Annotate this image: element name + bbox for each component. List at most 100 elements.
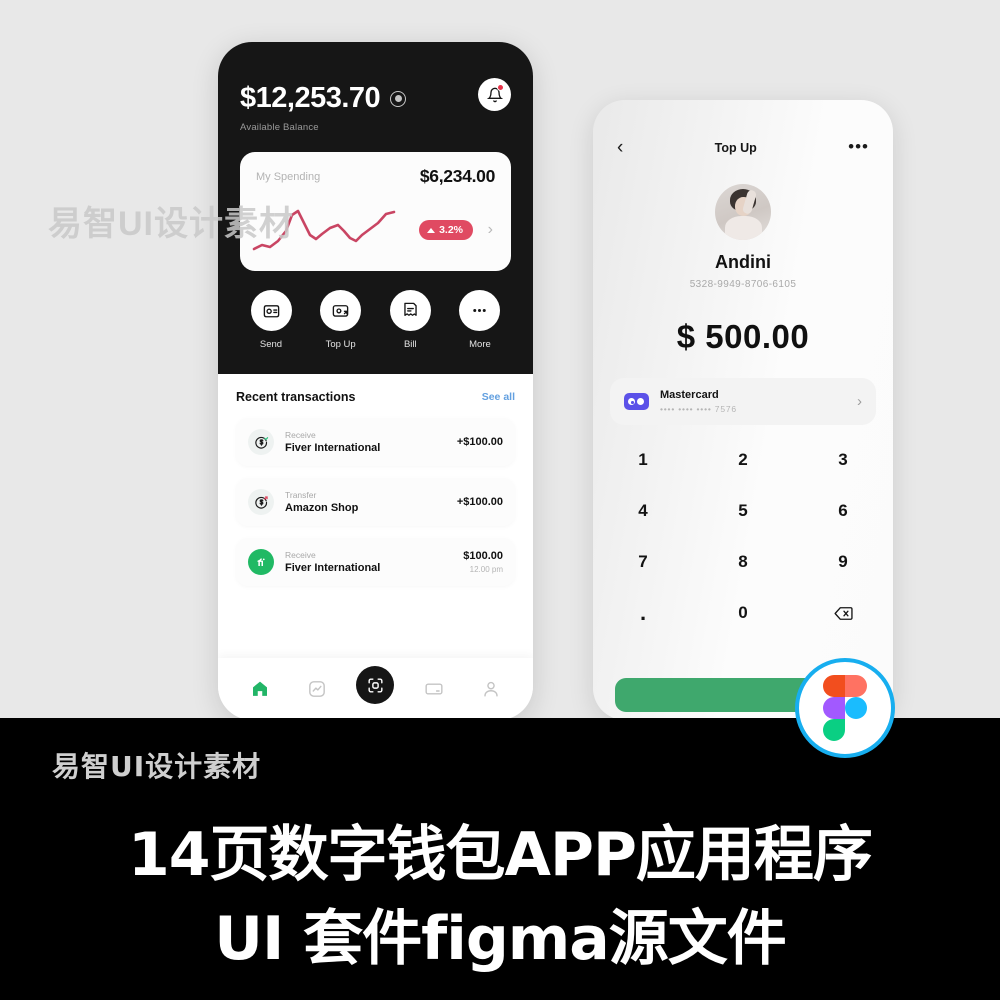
key-9[interactable]: 9 xyxy=(793,549,893,575)
transfer-money-icon xyxy=(248,489,274,515)
receive-money-icon xyxy=(248,429,274,455)
promo-banner: 易智UI设计素材 14页数字钱包APP应用程序 UI 套件figma源文件 xyxy=(0,718,1000,1000)
home-icon xyxy=(253,681,268,696)
action-topup[interactable]: Top Up xyxy=(310,290,372,350)
transactions-title: Recent transactions xyxy=(236,390,356,404)
action-bill[interactable]: Bill xyxy=(379,290,441,350)
eye-toggle-icon[interactable] xyxy=(390,90,407,107)
transaction-type: Receive xyxy=(285,430,316,440)
banner-line-2: UI 套件figma源文件 xyxy=(214,904,787,974)
action-send-label: Send xyxy=(259,339,283,350)
key-7[interactable]: 7 xyxy=(593,549,693,575)
key-5[interactable]: 5 xyxy=(693,498,793,524)
key-4[interactable]: 4 xyxy=(593,498,693,524)
watermark-top: 易智UI设计素材 xyxy=(48,205,294,243)
payment-method-name: Mastercard xyxy=(660,389,719,401)
transaction-name: Fiver International xyxy=(285,562,381,574)
transaction-amount: +$100.00 xyxy=(456,436,503,448)
key-3[interactable]: 3 xyxy=(793,447,893,473)
card-icon xyxy=(425,683,443,695)
spending-label: My Spending xyxy=(256,170,321,183)
phone-topup-screen: ‹ Top Up ••• Andini 5328-9949-8706-6105 … xyxy=(593,100,893,720)
action-more-label: More xyxy=(469,339,491,350)
nav-item-scan[interactable] xyxy=(356,666,395,704)
transaction-right: $100.00 12.00 pm xyxy=(463,550,503,574)
recipient-name: Andini xyxy=(715,252,771,272)
action-bill-label: Bill xyxy=(403,339,417,350)
transaction-right: +$100.00 xyxy=(457,436,503,448)
backspace-icon xyxy=(833,606,853,620)
transaction-info: Receive Fiver International xyxy=(285,550,463,574)
action-bill-circle xyxy=(389,290,431,331)
banner-watermark: 易智UI设计素材 xyxy=(52,750,262,783)
bill-receipt-icon xyxy=(404,302,417,316)
nav-item-cards[interactable] xyxy=(417,672,451,706)
key-8[interactable]: 8 xyxy=(693,549,793,575)
transaction-time: 12.00 pm xyxy=(469,565,503,574)
balance-label: Available Balance xyxy=(240,122,319,133)
chart-icon xyxy=(309,681,325,697)
action-topup-circle xyxy=(320,290,362,331)
spending-change-value: 3.2% xyxy=(439,224,463,236)
transaction-type: Transfer xyxy=(285,490,317,500)
nav-item-profile[interactable] xyxy=(474,672,508,706)
balance-amount: $12,253.70 xyxy=(240,82,381,114)
balance-row: $12,253.70 xyxy=(240,82,511,115)
transaction-name: Amazon Shop xyxy=(285,502,359,514)
nav-item-home[interactable] xyxy=(243,672,277,706)
wallet-send-icon xyxy=(263,305,279,318)
key-backspace[interactable] xyxy=(793,600,893,626)
notification-dot xyxy=(497,84,504,91)
figma-badge xyxy=(795,658,895,758)
transaction-info: Transfer Amazon Shop xyxy=(285,490,457,514)
topup-amount: $ 500.00 xyxy=(676,318,810,355)
topup-header: ‹ Top Up ••• xyxy=(593,100,893,157)
transactions-header: Recent transactions See all xyxy=(236,390,515,404)
quick-actions: Send Top Up Bill More xyxy=(240,290,511,350)
notification-bell-button[interactable] xyxy=(478,78,511,111)
phone-wallet-home: $12,253.70 Available Balance My Spending… xyxy=(218,42,533,720)
transaction-type: Receive xyxy=(285,550,316,560)
transaction-info: Receive Fiver International xyxy=(285,430,457,454)
trend-up-icon xyxy=(427,227,436,233)
payment-method-number: •••• •••• •••• 7576 xyxy=(660,404,737,414)
transaction-amount: $100.00 xyxy=(463,550,503,562)
action-send-circle xyxy=(250,290,292,331)
table-row[interactable]: Receive Fiver International +$100.00 xyxy=(236,418,515,466)
see-all-link[interactable]: See all xyxy=(482,391,515,403)
numeric-keypad: 1 2 3 4 5 6 7 8 9 . 0 xyxy=(593,447,893,626)
scan-qr-icon xyxy=(368,677,383,693)
key-6[interactable]: 6 xyxy=(793,498,893,524)
payment-method-info: Mastercard •••• •••• •••• 7576 xyxy=(660,389,857,414)
payment-method-selector[interactable]: Mastercard •••• •••• •••• 7576 › xyxy=(610,378,876,425)
page-title: Top Up xyxy=(714,140,757,155)
action-topup-label: Top Up xyxy=(325,339,356,350)
nav-item-stats[interactable] xyxy=(300,672,334,706)
table-row[interactable]: Transfer Amazon Shop +$100.00 xyxy=(236,478,515,526)
key-2[interactable]: 2 xyxy=(693,447,793,473)
action-send[interactable]: Send xyxy=(240,290,302,350)
spending-head: My Spending $6,234.00 xyxy=(256,166,495,187)
table-row[interactable]: Receive Fiver International $100.00 12.0… xyxy=(236,538,515,586)
chevron-right-icon[interactable]: › xyxy=(857,393,862,410)
more-horizontal-icon[interactable]: ••• xyxy=(848,138,869,155)
banner-line-1: 14页数字钱包APP应用程序 xyxy=(128,820,873,890)
transaction-right: +$100.00 xyxy=(457,496,503,508)
key-1[interactable]: 1 xyxy=(593,447,693,473)
fiverr-logo-icon xyxy=(248,549,274,575)
key-decimal[interactable]: . xyxy=(593,600,693,626)
chevron-left-icon[interactable]: ‹ xyxy=(617,138,623,157)
more-dots-icon xyxy=(473,308,487,313)
transaction-amount: +$100.00 xyxy=(456,496,503,508)
mastercard-icon xyxy=(624,393,649,410)
avatar xyxy=(715,184,771,240)
spending-change-badge: 3.2% xyxy=(419,220,473,240)
key-0[interactable]: 0 xyxy=(693,600,793,626)
person-icon xyxy=(483,681,498,697)
action-more[interactable]: More xyxy=(449,290,511,350)
figma-logo-icon xyxy=(823,675,867,741)
bottom-navigation xyxy=(218,658,533,720)
transaction-name: Fiver International xyxy=(285,442,381,454)
spending-chevron-icon[interactable]: › xyxy=(488,221,493,239)
wallet-topup-icon xyxy=(332,305,349,317)
